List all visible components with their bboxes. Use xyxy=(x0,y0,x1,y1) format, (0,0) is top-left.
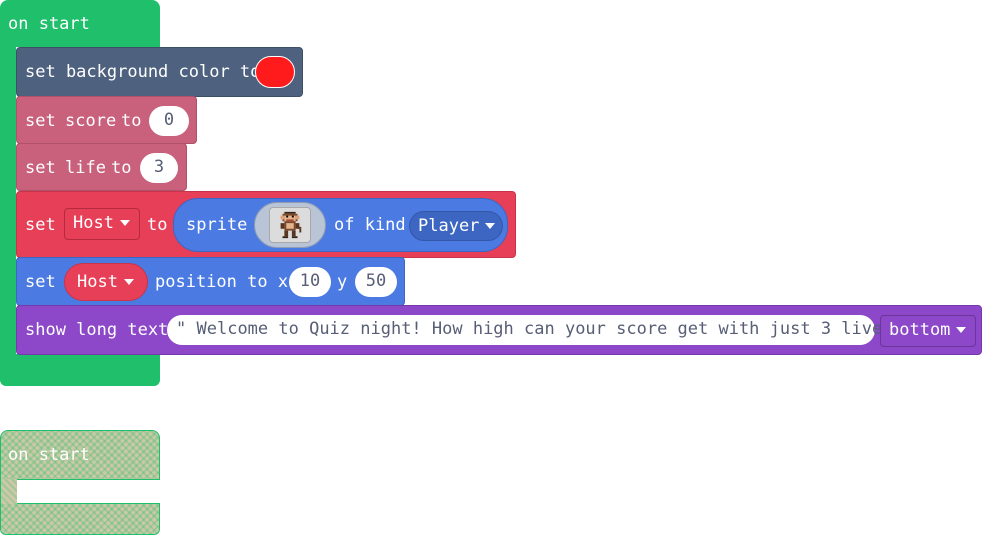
block-label: set background color to xyxy=(25,62,261,82)
of-kind-label: of kind xyxy=(334,215,406,235)
set-label: set xyxy=(25,215,56,235)
sprite-of-kind-reporter[interactable]: sprite of kind Player xyxy=(173,198,508,252)
position-to-x-label: position to x xyxy=(155,272,289,292)
host-variable-dropdown[interactable]: Host xyxy=(64,208,140,240)
set-background-color-block[interactable]: set background color to xyxy=(16,47,303,97)
kind-label: Player xyxy=(418,216,480,236)
on-start-spine xyxy=(0,46,16,356)
disabled-on-start-event-block[interactable]: on start xyxy=(0,430,160,535)
disabled-footer xyxy=(0,504,160,535)
show-long-text-label: show long text xyxy=(25,320,169,340)
score-variable-label: score xyxy=(65,111,117,131)
set-label: set xyxy=(25,272,56,292)
set-position-block[interactable]: set Host position to x 10 y 50 xyxy=(16,257,405,306)
sprite-image-frame xyxy=(269,207,311,243)
long-text-input[interactable]: " Welcome to Quiz night! How high can yo… xyxy=(167,315,923,345)
set-label: set xyxy=(25,111,56,131)
disabled-on-start-label: on start xyxy=(8,445,90,465)
disabled-slot-notch xyxy=(17,479,160,504)
sprite-image-picker[interactable] xyxy=(254,202,326,248)
to-label: to xyxy=(121,111,142,131)
on-start-footer xyxy=(0,354,160,386)
disabled-spine xyxy=(0,479,17,505)
on-start-label: on start xyxy=(8,14,90,34)
y-label: y xyxy=(337,272,348,292)
score-value-input[interactable]: 0 xyxy=(149,106,189,136)
to-label: to xyxy=(111,158,132,178)
sprite-label: sprite xyxy=(186,215,248,235)
set-life-block[interactable]: set life to 3 xyxy=(16,143,187,191)
chevron-down-icon xyxy=(956,327,967,333)
kind-dropdown[interactable]: Player xyxy=(409,211,503,241)
set-score-block[interactable]: set score to 0 xyxy=(16,96,197,144)
text-position-dropdown[interactable]: bottom xyxy=(880,315,976,347)
life-value-input[interactable]: 3 xyxy=(140,153,178,183)
red-color-swatch[interactable] xyxy=(255,56,295,88)
long-text-value: Welcome to Quiz night! How high can your… xyxy=(196,319,903,339)
set-label: set xyxy=(25,158,56,178)
chevron-down-icon xyxy=(123,279,134,285)
show-long-text-block[interactable]: show long text " Welcome to Quiz night! … xyxy=(16,305,982,355)
y-value-input[interactable]: 50 xyxy=(355,267,397,297)
host-sprite-dropdown[interactable]: Host xyxy=(64,263,148,301)
chevron-down-icon xyxy=(119,220,130,226)
text-position-label: bottom xyxy=(889,320,951,340)
set-sprite-block[interactable]: set Host to sprite of kind Player xyxy=(16,191,516,258)
x-value-input[interactable]: 10 xyxy=(289,267,331,297)
host-sprite-label: Host xyxy=(77,272,118,292)
host-variable-label: Host xyxy=(73,213,114,233)
life-variable-label: life xyxy=(65,158,106,178)
quote-open: " xyxy=(176,319,187,339)
monkey-sprite-icon xyxy=(280,211,302,239)
to-label: to xyxy=(147,215,168,235)
chevron-down-icon xyxy=(485,223,496,229)
